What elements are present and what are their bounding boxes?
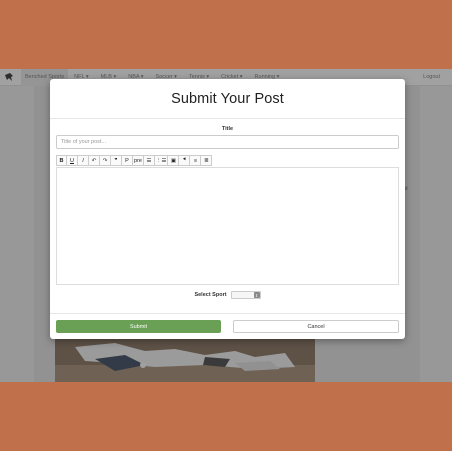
title-input[interactable] [56,135,399,149]
paragraph-button[interactable]: P [122,155,133,166]
bold-button[interactable]: B [56,155,67,166]
preformatted-button[interactable]: pre [133,155,144,166]
underline-button[interactable]: U [67,155,78,166]
cancel-button[interactable]: Cancel [233,320,399,333]
modal-header: Submit Your Post [50,79,405,119]
sport-select[interactable]: ⇕ [230,291,261,299]
ordered-list-icon[interactable]: ⋮☰ [155,155,169,166]
sport-select-row: Select Sport ⇕ [50,291,405,299]
post-body-editor[interactable] [56,167,399,285]
align-left-icon[interactable]: ⯇ [179,155,191,166]
modal-footer-divider [50,313,405,314]
submit-button[interactable]: Submit [56,320,221,333]
title-field-label: Title [221,126,234,132]
unordered-list-icon[interactable]: ☰ [144,155,155,166]
select-arrows-icon: ⇕ [253,292,260,298]
submit-post-modal: Submit Your Post Title B U I ↶ ↷ ❞ P pre… [50,79,405,339]
blockquote-icon[interactable]: ❞ [111,155,122,166]
align-justify-icon[interactable]: ≣ [201,155,213,166]
image-icon[interactable]: ▣ [168,155,180,166]
undo-icon[interactable]: ↶ [89,155,100,166]
sport-select-label: Select Sport [194,292,227,298]
redo-icon[interactable]: ↷ [100,155,111,166]
modal-title: Submit Your Post [171,90,284,107]
editor-toolbar: B U I ↶ ↷ ❞ P pre ☰ ⋮☰ ▣ ⯇ ≡ ≣ [56,155,213,166]
italic-button[interactable]: I [78,155,89,166]
align-center-icon[interactable]: ≡ [190,155,202,166]
